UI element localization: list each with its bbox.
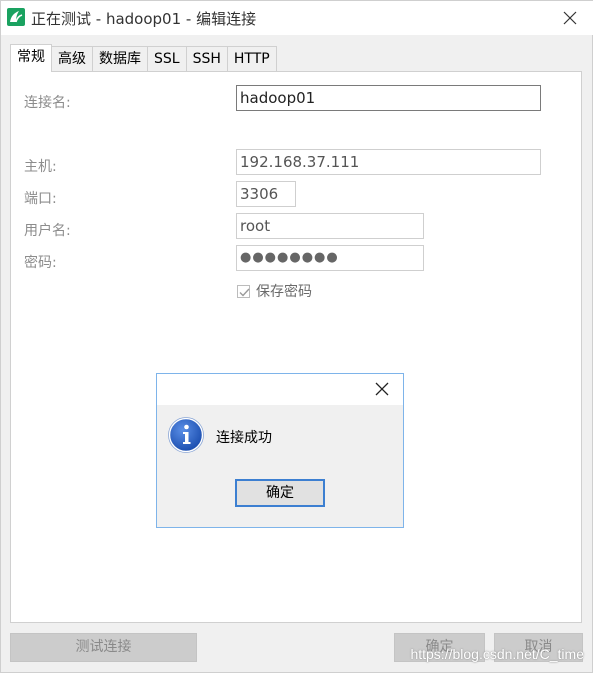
connection-name-input[interactable]: hadoop01 — [236, 85, 541, 111]
password-label: 密码: — [24, 255, 57, 271]
dialog-close-icon[interactable] — [373, 380, 391, 398]
dialog-titlebar — [157, 374, 403, 405]
general-settings-panel: 连接名: hadoop01 主机: 192.168.37.111 端口: 330… — [10, 71, 582, 623]
password-input[interactable]: ●●●●●●●● — [236, 245, 424, 271]
host-label: 主机: — [24, 159, 57, 175]
tab-general[interactable]: 常规 — [10, 44, 52, 72]
tab-ssh[interactable]: SSH — [185, 46, 228, 72]
info-icon — [168, 417, 204, 453]
tab-bar: 常规 高级 数据库 SSL SSH HTTP — [10, 44, 277, 72]
tab-database[interactable]: 数据库 — [92, 46, 148, 72]
tab-advanced[interactable]: 高级 — [51, 46, 93, 72]
save-password-row[interactable]: 保存密码 — [237, 282, 312, 300]
window-close-icon[interactable] — [558, 6, 582, 30]
connection-success-dialog: 连接成功 确定 — [156, 373, 404, 528]
connection-name-label: 连接名: — [24, 95, 71, 111]
window-titlebar: 正在测试 - hadoop01 - 编辑连接 — [1, 1, 593, 35]
navicat-app-icon — [7, 8, 25, 26]
edit-connection-window: 正在测试 - hadoop01 - 编辑连接 常规 高级 数据库 SSL SSH… — [0, 0, 593, 673]
tab-ssl[interactable]: SSL — [147, 46, 187, 72]
save-password-checkbox[interactable] — [237, 284, 250, 298]
username-label: 用户名: — [24, 223, 71, 239]
test-connection-button[interactable]: 测试连接 — [10, 633, 197, 662]
dialog-message: 连接成功 — [216, 430, 272, 446]
watermark-text: https://blog.csdn.net/C_time — [410, 646, 584, 662]
window-title: 正在测试 - hadoop01 - 编辑连接 — [31, 10, 257, 28]
port-label: 端口: — [24, 191, 57, 207]
username-input[interactable]: root — [236, 213, 424, 239]
tab-http[interactable]: HTTP — [226, 46, 277, 72]
host-input[interactable]: 192.168.37.111 — [236, 149, 541, 175]
dialog-ok-button[interactable]: 确定 — [235, 479, 325, 507]
save-password-label: 保存密码 — [256, 284, 312, 300]
port-input[interactable]: 3306 — [236, 181, 296, 207]
